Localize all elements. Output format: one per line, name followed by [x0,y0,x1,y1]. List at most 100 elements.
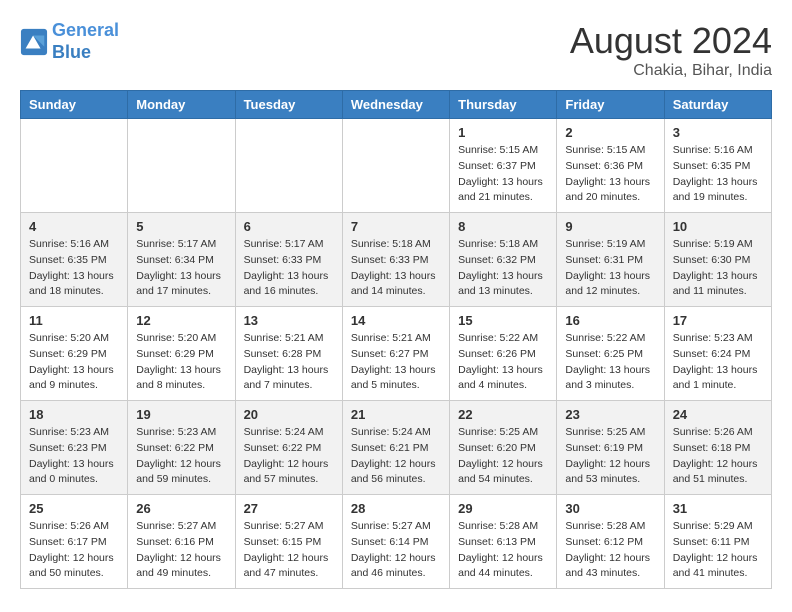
calendar-table: SundayMondayTuesdayWednesdayThursdayFrid… [20,90,772,589]
calendar-cell: 13Sunrise: 5:21 AM Sunset: 6:28 PM Dayli… [235,307,342,401]
calendar-body: 1 Sunrise: 5:15 AM Sunset: 6:37 PM Daylig… [21,119,772,589]
day-header-wednesday: Wednesday [342,91,449,119]
day-info: Sunrise: 5:26 AM Sunset: 6:18 PM Dayligh… [673,425,763,488]
logo-line2: Blue [52,42,91,62]
day-info: Sunrise: 5:21 AM Sunset: 6:28 PM Dayligh… [244,331,334,394]
calendar-cell: 27 Sunrise: 5:27 AM Sunset: 6:15 PM Dayli… [235,495,342,589]
day-info: Sunrise: 5:25 AM Sunset: 6:20 PM Dayligh… [458,425,548,488]
calendar-cell: 7Sunrise: 5:18 AM Sunset: 6:33 PM Daylig… [342,213,449,307]
day-info: Sunrise: 5:19 AM Sunset: 6:30 PM Dayligh… [673,237,763,300]
day-info: Sunrise: 5:26 AM Sunset: 6:17 PM Dayligh… [29,519,119,582]
day-number: 17 [673,313,763,328]
day-info: Sunrise: 5:20 AM Sunset: 6:29 PM Dayligh… [136,331,226,394]
logo: General Blue [20,20,119,63]
day-info: Sunrise: 5:18 AM Sunset: 6:33 PM Dayligh… [351,237,441,300]
logo-icon [20,28,48,56]
calendar-cell: 14Sunrise: 5:21 AM Sunset: 6:27 PM Dayli… [342,307,449,401]
day-header-friday: Friday [557,91,664,119]
day-number: 1 [458,125,548,140]
calendar-cell [21,119,128,213]
calendar-cell: 21 Sunrise: 5:24 AM Sunset: 6:21 PM Dayli… [342,401,449,495]
week-row-2: 4 Sunrise: 5:16 AM Sunset: 6:35 PM Daylig… [21,213,772,307]
day-header-sunday: Sunday [21,91,128,119]
day-number: 22 [458,407,548,422]
day-info: Sunrise: 5:22 AM Sunset: 6:25 PM Dayligh… [565,331,655,394]
day-info: Sunrise: 5:24 AM Sunset: 6:21 PM Dayligh… [351,425,441,488]
day-number: 16 [565,313,655,328]
day-number: 5 [136,219,226,234]
day-info: Sunrise: 5:22 AM Sunset: 6:26 PM Dayligh… [458,331,548,394]
day-info: Sunrise: 5:15 AM Sunset: 6:37 PM Dayligh… [458,143,548,206]
day-number: 24 [673,407,763,422]
calendar-cell: 8 Sunrise: 5:18 AM Sunset: 6:32 PM Daylig… [450,213,557,307]
day-info: Sunrise: 5:16 AM Sunset: 6:35 PM Dayligh… [673,143,763,206]
day-number: 20 [244,407,334,422]
day-number: 27 [244,501,334,516]
day-number: 6 [244,219,334,234]
day-info: Sunrise: 5:17 AM Sunset: 6:33 PM Dayligh… [244,237,334,300]
day-info: Sunrise: 5:17 AM Sunset: 6:34 PM Dayligh… [136,237,226,300]
day-number: 2 [565,125,655,140]
week-row-5: 25 Sunrise: 5:26 AM Sunset: 6:17 PM Dayli… [21,495,772,589]
day-info: Sunrise: 5:28 AM Sunset: 6:12 PM Dayligh… [565,519,655,582]
calendar-cell: 10Sunrise: 5:19 AM Sunset: 6:30 PM Dayli… [664,213,771,307]
day-number: 19 [136,407,226,422]
calendar-cell: 9 Sunrise: 5:19 AM Sunset: 6:31 PM Daylig… [557,213,664,307]
calendar-cell: 11 Sunrise: 5:20 AM Sunset: 6:29 PM Dayli… [21,307,128,401]
day-info: Sunrise: 5:23 AM Sunset: 6:23 PM Dayligh… [29,425,119,488]
location: Chakia, Bihar, India [570,62,772,80]
calendar-cell [342,119,449,213]
calendar-cell: 15Sunrise: 5:22 AM Sunset: 6:26 PM Dayli… [450,307,557,401]
day-number: 26 [136,501,226,516]
calendar-cell: 24 Sunrise: 5:26 AM Sunset: 6:18 PM Dayli… [664,401,771,495]
calendar-cell: 30 Sunrise: 5:28 AM Sunset: 6:12 PM Dayli… [557,495,664,589]
day-number: 4 [29,219,119,234]
day-number: 18 [29,407,119,422]
calendar-cell: 2 Sunrise: 5:15 AM Sunset: 6:36 PM Daylig… [557,119,664,213]
day-header-monday: Monday [128,91,235,119]
day-info: Sunrise: 5:18 AM Sunset: 6:32 PM Dayligh… [458,237,548,300]
day-info: Sunrise: 5:29 AM Sunset: 6:11 PM Dayligh… [673,519,763,582]
day-info: Sunrise: 5:27 AM Sunset: 6:14 PM Dayligh… [351,519,441,582]
day-info: Sunrise: 5:20 AM Sunset: 6:29 PM Dayligh… [29,331,119,394]
week-row-4: 18 Sunrise: 5:23 AM Sunset: 6:23 PM Dayli… [21,401,772,495]
month-year: August 2024 [570,20,772,62]
calendar-cell: 3 Sunrise: 5:16 AM Sunset: 6:35 PM Daylig… [664,119,771,213]
day-info: Sunrise: 5:23 AM Sunset: 6:22 PM Dayligh… [136,425,226,488]
calendar-cell: 22 Sunrise: 5:25 AM Sunset: 6:20 PM Dayli… [450,401,557,495]
day-number: 14 [351,313,441,328]
day-info: Sunrise: 5:27 AM Sunset: 6:15 PM Dayligh… [244,519,334,582]
calendar-cell: 17Sunrise: 5:23 AM Sunset: 6:24 PM Dayli… [664,307,771,401]
week-row-1: 1 Sunrise: 5:15 AM Sunset: 6:37 PM Daylig… [21,119,772,213]
day-info: Sunrise: 5:28 AM Sunset: 6:13 PM Dayligh… [458,519,548,582]
day-number: 9 [565,219,655,234]
calendar-cell: 5 Sunrise: 5:17 AM Sunset: 6:34 PM Daylig… [128,213,235,307]
day-number: 11 [29,313,119,328]
logo-text: General Blue [52,20,119,63]
day-number: 8 [458,219,548,234]
day-header-saturday: Saturday [664,91,771,119]
days-of-week-row: SundayMondayTuesdayWednesdayThursdayFrid… [21,91,772,119]
day-number: 21 [351,407,441,422]
day-info: Sunrise: 5:25 AM Sunset: 6:19 PM Dayligh… [565,425,655,488]
title-block: August 2024 Chakia, Bihar, India [570,20,772,80]
calendar-cell [235,119,342,213]
calendar-header: SundayMondayTuesdayWednesdayThursdayFrid… [21,91,772,119]
logo-line1: General [52,20,119,40]
day-info: Sunrise: 5:15 AM Sunset: 6:36 PM Dayligh… [565,143,655,206]
day-number: 23 [565,407,655,422]
day-number: 25 [29,501,119,516]
calendar-cell: 6 Sunrise: 5:17 AM Sunset: 6:33 PM Daylig… [235,213,342,307]
day-number: 28 [351,501,441,516]
day-number: 3 [673,125,763,140]
calendar-cell: 26 Sunrise: 5:27 AM Sunset: 6:16 PM Dayli… [128,495,235,589]
day-info: Sunrise: 5:27 AM Sunset: 6:16 PM Dayligh… [136,519,226,582]
calendar-cell: 25 Sunrise: 5:26 AM Sunset: 6:17 PM Dayli… [21,495,128,589]
calendar-cell: 12Sunrise: 5:20 AM Sunset: 6:29 PM Dayli… [128,307,235,401]
calendar-cell: 16 Sunrise: 5:22 AM Sunset: 6:25 PM Dayli… [557,307,664,401]
week-row-3: 11 Sunrise: 5:20 AM Sunset: 6:29 PM Dayli… [21,307,772,401]
day-number: 29 [458,501,548,516]
day-number: 30 [565,501,655,516]
day-info: Sunrise: 5:16 AM Sunset: 6:35 PM Dayligh… [29,237,119,300]
day-info: Sunrise: 5:19 AM Sunset: 6:31 PM Dayligh… [565,237,655,300]
